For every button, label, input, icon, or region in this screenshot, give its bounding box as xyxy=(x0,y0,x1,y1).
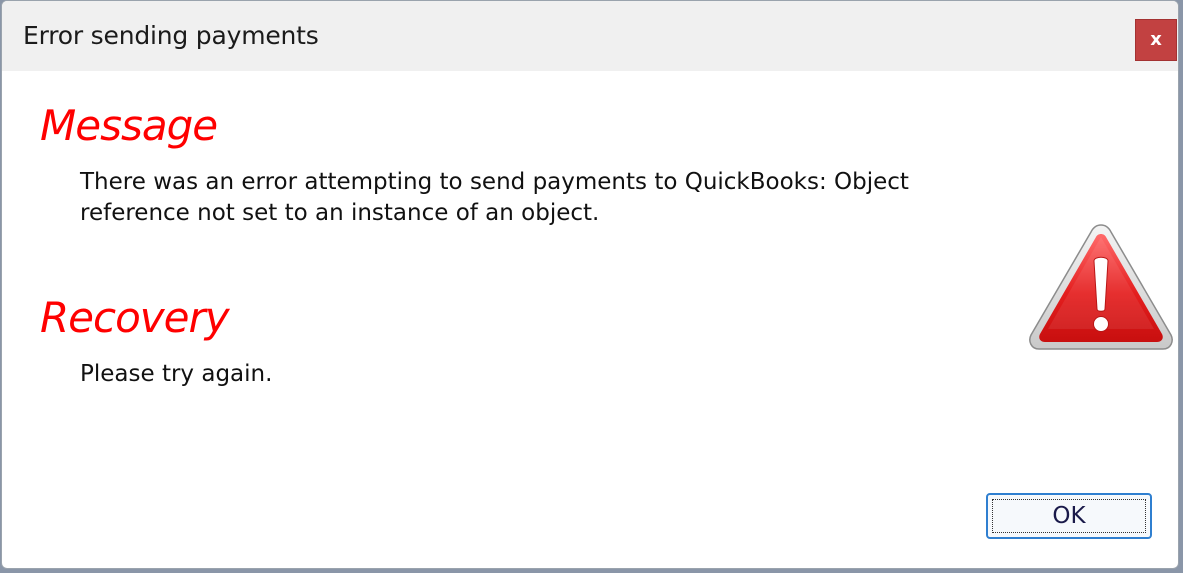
close-button[interactable]: x xyxy=(1135,19,1177,61)
ok-button[interactable]: OK xyxy=(986,493,1152,539)
title-bar: Error sending payments x xyxy=(2,1,1178,71)
dialog-title: Error sending payments xyxy=(23,21,319,50)
recovery-heading: Recovery xyxy=(40,293,230,342)
ok-button-label: OK xyxy=(1052,503,1086,529)
recovery-text: Please try again. xyxy=(80,361,273,387)
warning-triangle-icon xyxy=(1029,224,1173,350)
close-icon: x xyxy=(1150,29,1162,50)
message-heading: Message xyxy=(40,101,218,150)
message-text: There was an error attempting to send pa… xyxy=(80,169,909,226)
error-dialog: Error sending payments x Message There w… xyxy=(1,0,1179,569)
